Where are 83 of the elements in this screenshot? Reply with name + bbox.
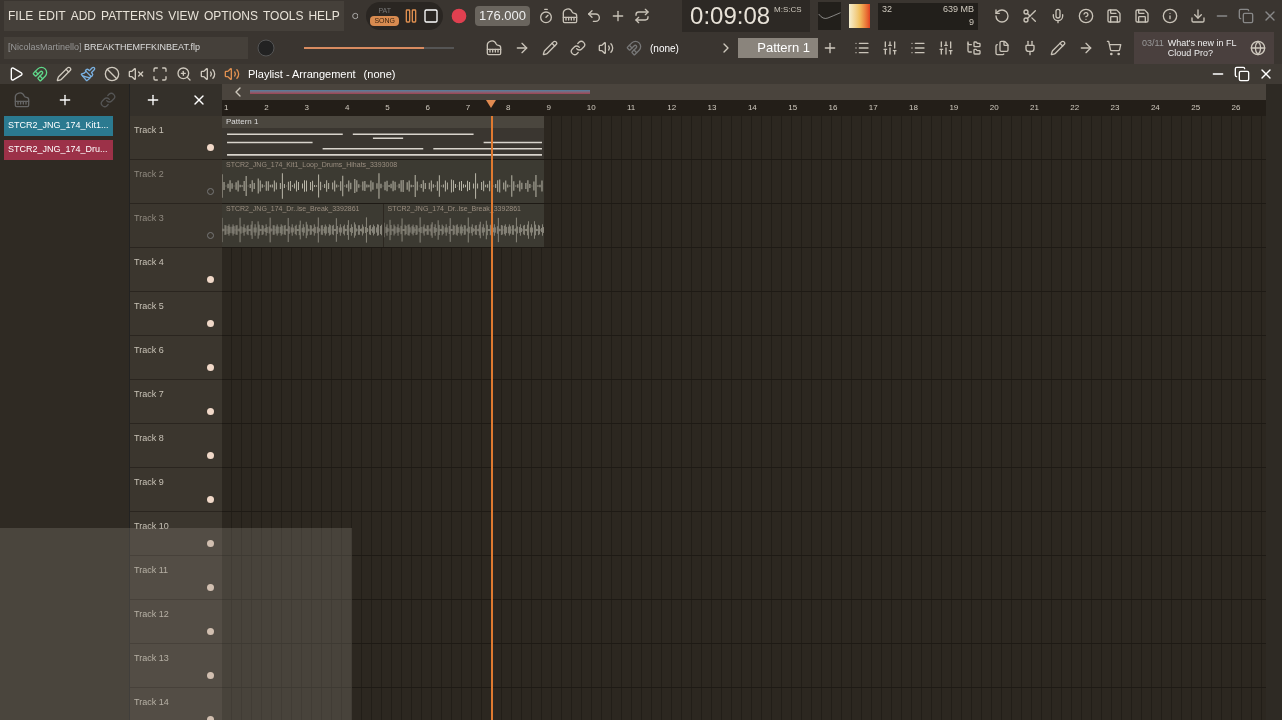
bar-number: 17 [868,102,878,114]
track-header[interactable]: Track 6 [130,336,222,380]
time-unit: M:S:CS [774,4,802,16]
track-name: Track 10 [134,521,169,531]
bar-number: 25 [1191,102,1201,114]
bar-number: 9 [546,102,551,114]
track-header[interactable]: Track 7 [130,380,222,424]
track-name: Track 2 [134,169,164,179]
track-name: Track 7 [134,389,164,399]
bar-number: 16 [828,102,838,114]
track-header[interactable]: Track 5 [130,292,222,336]
track-header[interactable]: Track 12 [130,600,222,644]
snap-selector[interactable]: (none) [650,40,710,56]
memory-reading: 639 MB [942,2,974,16]
menu-item[interactable]: FILE [8,7,34,25]
menu-item[interactable]: OPTIONS [203,7,258,25]
menu-item[interactable]: ADD [70,7,97,25]
bar-number: 4 [344,102,350,114]
news-text: What's new in FL Cloud Pro? [1167,38,1238,58]
track-name: Track 11 [134,565,168,575]
menu-item[interactable]: PATTERNS [101,7,164,25]
bar-number: 18 [909,102,918,114]
bar-number: 22 [1070,102,1080,114]
menu-item[interactable]: HELP [308,7,340,25]
project-user: [NicolasMartinello] [8,42,82,53]
polyphony-reading: 9 [969,16,974,29]
bar-number: 10 [586,102,596,114]
track-header[interactable]: Track 1 [130,116,222,160]
bar-number: 23 [1110,102,1120,114]
bar-number: 19 [949,102,959,114]
bar-number: 14 [747,102,757,114]
pattern-selector[interactable]: Pattern 1 [738,38,818,58]
track-header[interactable]: Track 3 [130,204,222,248]
track-header[interactable]: Track 14 [130,688,222,720]
menu-item[interactable]: TOOLS [262,7,304,25]
bar-number: 2 [264,102,269,114]
bar-number: 20 [989,102,999,114]
bar-number: 21 [1030,102,1039,114]
track-name: Track 9 [134,477,164,487]
track-name: Track 5 [134,301,164,311]
track-name: Track 14 [134,697,169,707]
track-name: Track 12 [134,609,169,619]
pattern-clip[interactable]: Pattern 1 [222,116,544,159]
track-name: Track 13 [134,653,169,663]
track-header[interactable]: Track 4 [130,248,222,292]
track-name: Track 1 [134,125,164,135]
cpu-reading: 32 [882,2,892,16]
news-panel[interactable]: 03/11 What's new in FL Cloud Pro? [1134,32,1274,64]
clip-label: Pattern 1 [222,116,544,128]
timeline-ruler[interactable]: 1 2 3 4 5 6 7 8 9 10 11 12 13 14 15 16 17 18 19 20 21 22 23 24 25 26 [222,100,1266,116]
track-header[interactable]: Track 10 [130,512,222,556]
track-header[interactable]: Track 13 [130,644,222,688]
bar-number: 26 [1231,102,1241,114]
track-header[interactable]: Track 8 [130,424,222,468]
bar-number: 6 [425,102,430,114]
track-name: Track 4 [134,257,164,267]
playlist-title: Playlist - Arrangement [248,66,356,82]
project-file: BREAKTHEMFFKINBEAT.flp [84,42,200,53]
bar-number: 1 [224,102,229,114]
track-lane[interactable]: Pattern 1 [222,116,1266,160]
track-header[interactable]: Track 9 [130,468,222,512]
breadcrumb[interactable]: (none) [363,65,396,83]
bar-number: 11 [627,102,636,114]
track-name: Track 6 [134,345,164,355]
bar-number: 13 [707,102,717,114]
time-display: 0:09:08 [690,1,771,31]
menu-item[interactable]: VIEW [168,7,199,25]
track-name: Track 3 [134,213,164,223]
news-counter: 03/11 [1142,38,1164,48]
clip-source[interactable]: STCR2_JNG_174_Kit1... [4,116,113,136]
track-name: Track 8 [134,433,164,443]
track-header[interactable]: Track 2 [130,160,222,204]
menu-item[interactable]: EDIT [38,7,66,25]
track-header[interactable]: Track 11 [130,556,222,600]
bar-number: 5 [385,102,390,114]
bar-number: 3 [304,102,310,114]
bar-number: 7 [465,102,471,114]
clip-source[interactable]: STCR2_JNG_174_Dru... [4,140,113,160]
tempo-display[interactable]: 176.000 [475,6,531,26]
bar-number: 24 [1150,102,1160,114]
bar-number: 12 [667,102,677,114]
bar-number: 15 [788,102,798,114]
bar-number: 8 [506,102,511,114]
